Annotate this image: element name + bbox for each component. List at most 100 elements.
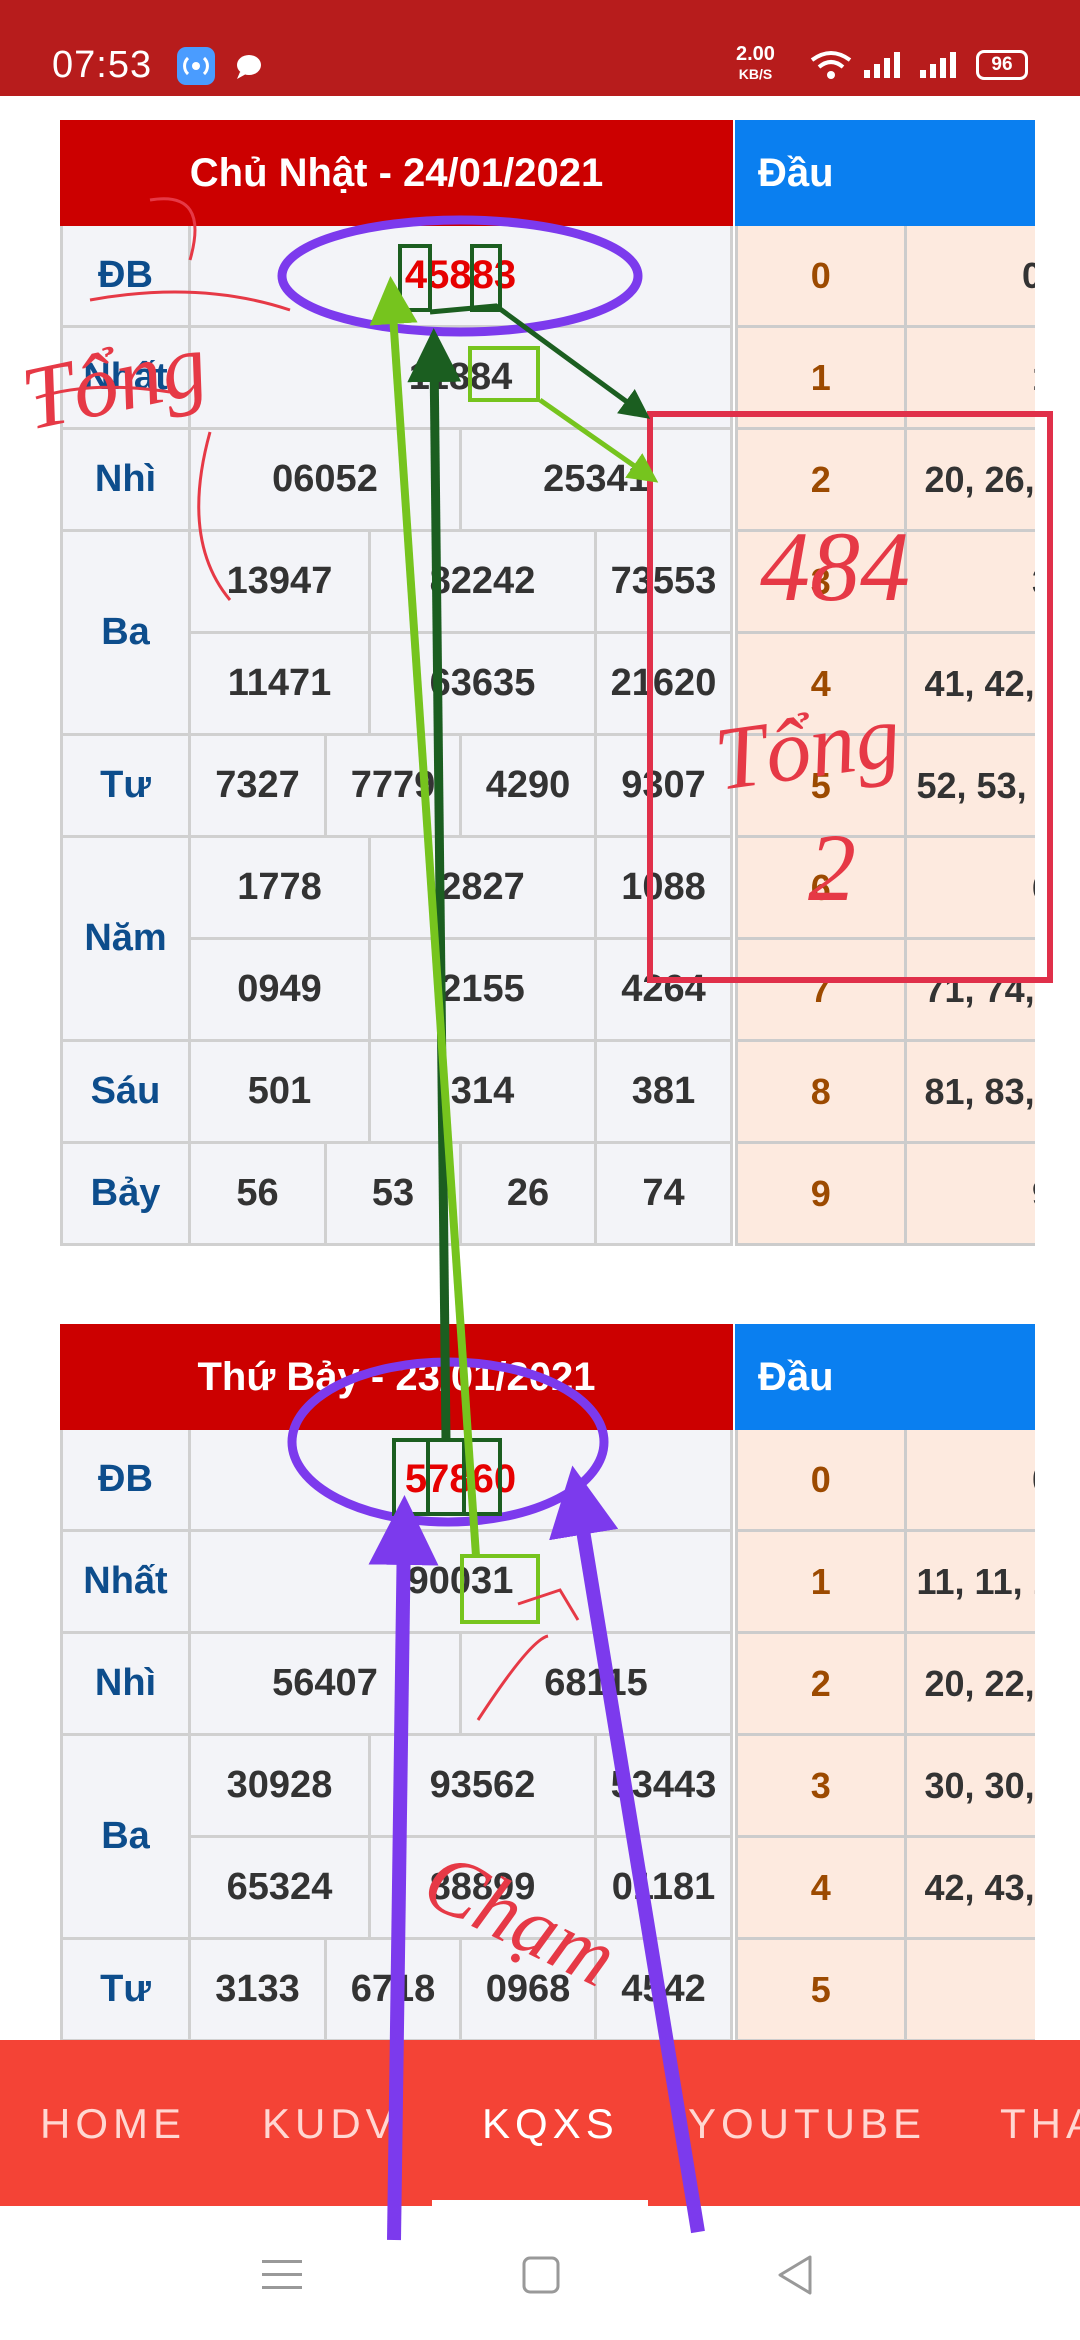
fourth-prize: 9307 bbox=[594, 733, 733, 838]
fourth-prize: 4290 bbox=[459, 733, 597, 838]
fourth-prize: 7327 bbox=[188, 733, 327, 838]
row-label-nhat: Nhất bbox=[60, 1529, 191, 1634]
draw-title: Thứ Bảy - 23/01/2021 bbox=[60, 1324, 733, 1430]
second-prize: 06052 bbox=[188, 427, 462, 532]
dau-values: 41, 42, bbox=[903, 631, 1035, 736]
dau-values: 42, 43, bbox=[903, 1835, 1035, 1940]
dau-values: 90 bbox=[903, 1141, 1035, 1246]
sixth-prize: 314 bbox=[368, 1039, 597, 1144]
dau-values: 14 bbox=[903, 325, 1035, 430]
fifth-prize: 1088 bbox=[594, 835, 733, 940]
dau-values: 20, 22, bbox=[903, 1631, 1035, 1736]
signal-icon-2 bbox=[920, 52, 956, 78]
nav-home[interactable]: HOME bbox=[40, 2100, 186, 2148]
dau-digit: 9 bbox=[735, 1141, 907, 1246]
dau-digit: 3 bbox=[735, 1733, 907, 1838]
fourth-prize: 0968 bbox=[459, 1937, 597, 2042]
fifth-prize: 1778 bbox=[188, 835, 371, 940]
dau-digit: 2 bbox=[735, 427, 907, 532]
menu-icon[interactable] bbox=[262, 2258, 302, 2292]
dau-digit: 1 bbox=[735, 325, 907, 430]
dau-values: 81, 83, bbox=[903, 1039, 1035, 1144]
seventh-prize: 74 bbox=[594, 1141, 733, 1246]
sixth-prize: 381 bbox=[594, 1039, 733, 1144]
row-label-nhi: Nhì bbox=[60, 1631, 191, 1736]
row-label-bay: Bảy bbox=[60, 1141, 191, 1246]
seventh-prize: 53 bbox=[324, 1141, 462, 1246]
third-prize: 01181 bbox=[594, 1835, 733, 1940]
seventh-prize: 56 bbox=[188, 1141, 327, 1246]
dau-digit: 8 bbox=[735, 1039, 907, 1144]
dau-digit: 0 bbox=[735, 1427, 907, 1532]
seventh-prize: 26 bbox=[459, 1141, 597, 1246]
dau-digit: 1 bbox=[735, 1529, 907, 1634]
dau-digit: 5 bbox=[735, 733, 907, 838]
special-prize: 57860 bbox=[188, 1427, 733, 1532]
second-prize: 68115 bbox=[459, 1631, 733, 1736]
third-prize: 93562 bbox=[368, 1733, 597, 1838]
dau-values: 07 bbox=[903, 1427, 1035, 1532]
special-prize: 45883 bbox=[188, 223, 733, 328]
dau-digit: 7 bbox=[735, 937, 907, 1042]
sixth-prize: 501 bbox=[188, 1039, 371, 1144]
nav-kudv[interactable]: KUDV bbox=[262, 2100, 399, 2148]
home-square-icon[interactable] bbox=[522, 2256, 560, 2294]
first-prize: 11884 bbox=[188, 325, 733, 430]
dau-values: 30, 30, bbox=[903, 1733, 1035, 1838]
second-prize: 25341 bbox=[459, 427, 733, 532]
fifth-prize: 4264 bbox=[594, 937, 733, 1042]
row-label-db: ĐB bbox=[60, 223, 191, 328]
dau-table-2: Đầu 007 111, 11, 14 220, 22, 330, 30, 44… bbox=[735, 1324, 1035, 2040]
clock: 07:53 bbox=[52, 44, 153, 86]
fifth-prize: 2827 bbox=[368, 835, 597, 940]
dau-digit: 6 bbox=[735, 835, 907, 940]
third-prize: 63635 bbox=[368, 631, 597, 736]
dau-digit: 0 bbox=[735, 223, 907, 328]
third-prize: 53443 bbox=[594, 1733, 733, 1838]
draw-title: Chủ Nhật - 24/01/2021 bbox=[60, 120, 733, 226]
row-label-sau: Sáu bbox=[60, 1039, 191, 1144]
first-prize: 90031 bbox=[188, 1529, 733, 1634]
row-label-tu: Tư bbox=[60, 1937, 191, 2042]
network-speed: 2.00 KB/S bbox=[736, 43, 775, 82]
dau-table-1: Đầu 001, 114 220, 26, 335 441, 42, 552, … bbox=[735, 120, 1035, 1280]
fourth-prize: 3133 bbox=[188, 1937, 327, 2042]
row-label-ba: Ba bbox=[60, 1733, 191, 1940]
fourth-prize: 7779 bbox=[324, 733, 462, 838]
bottom-nav: HOME KUDV KQXS YOUTUBE THA bbox=[0, 2040, 1080, 2206]
third-prize: 65324 bbox=[188, 1835, 371, 1940]
nav-kqxs[interactable]: KQXS bbox=[482, 2100, 619, 2148]
fourth-prize: 6718 bbox=[324, 1937, 462, 2042]
result-table-2: Thứ Bảy - 23/01/2021 ĐB 57860 Nhất 90031 N… bbox=[60, 1324, 733, 2042]
fifth-prize: 2155 bbox=[368, 937, 597, 1042]
wifi-icon bbox=[810, 51, 852, 79]
result-table-1: Chủ Nhật - 24/01/2021 ĐB 45883 Nhất 11884 … bbox=[60, 120, 733, 1246]
dau-values: 64 bbox=[903, 835, 1035, 940]
battery-icon: 96 bbox=[976, 50, 1028, 80]
status-bar: 07:53 2.00 KB/S 96 bbox=[0, 0, 1080, 96]
dau-digit: 5 bbox=[735, 1937, 907, 2040]
message-icon bbox=[237, 55, 261, 79]
dau-digit: 3 bbox=[735, 529, 907, 634]
hotspot-icon bbox=[177, 47, 215, 85]
signal-icon bbox=[864, 52, 900, 78]
row-label-ba: Ba bbox=[60, 529, 191, 736]
third-prize: 73553 bbox=[594, 529, 733, 634]
dau-digit: 4 bbox=[735, 631, 907, 736]
row-label-tu: Tư bbox=[60, 733, 191, 838]
third-prize: 82242 bbox=[368, 529, 597, 634]
dau-values: 35 bbox=[903, 529, 1035, 634]
dau-values bbox=[903, 1937, 1035, 2040]
row-label-nam: Năm bbox=[60, 835, 191, 1042]
back-icon[interactable] bbox=[776, 2254, 814, 2296]
nav-youtube[interactable]: YOUTUBE bbox=[688, 2100, 926, 2148]
dau-header: Đầu bbox=[735, 120, 1035, 226]
nav-tha[interactable]: THA bbox=[1000, 2100, 1080, 2148]
dau-digit: 2 bbox=[735, 1631, 907, 1736]
dau-values: 11, 11, 14 bbox=[903, 1529, 1035, 1634]
third-prize: 21620 bbox=[594, 631, 733, 736]
row-label-nhi: Nhì bbox=[60, 427, 191, 532]
second-prize: 56407 bbox=[188, 1631, 462, 1736]
dau-header: Đầu bbox=[735, 1324, 1035, 1430]
third-prize: 30928 bbox=[188, 1733, 371, 1838]
